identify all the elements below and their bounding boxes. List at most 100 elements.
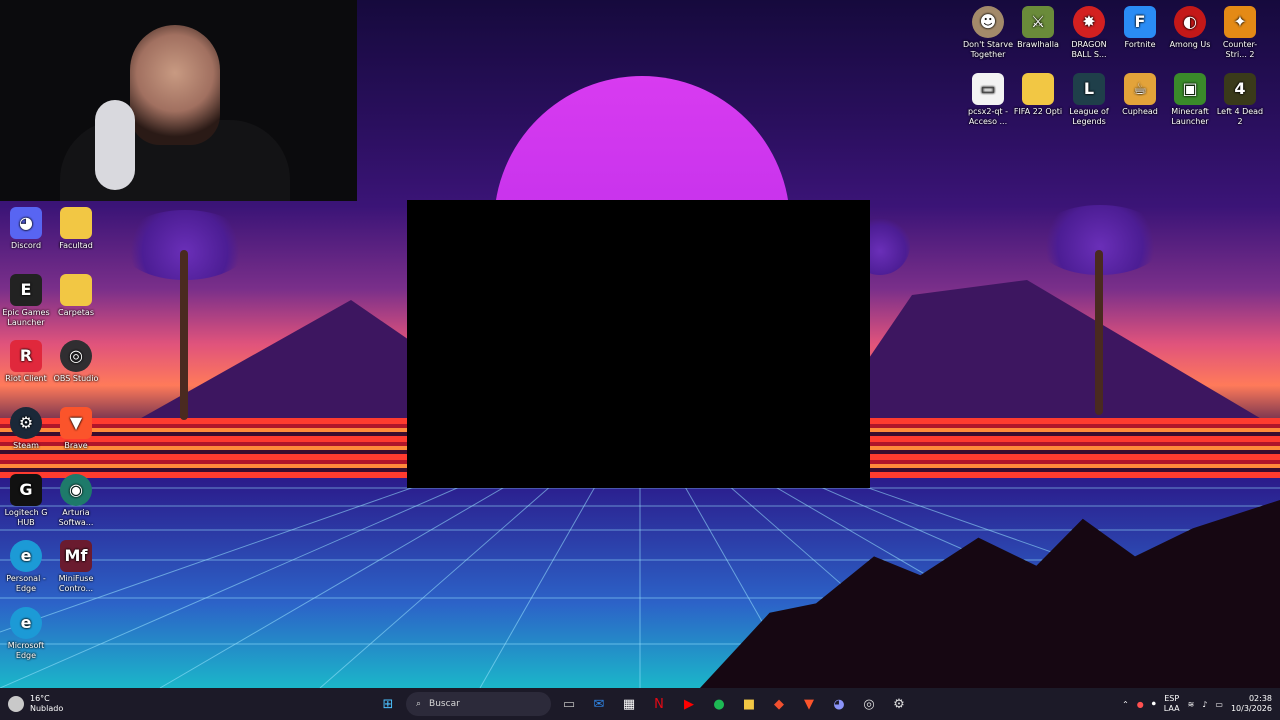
desktop-icon-label: Discord — [10, 241, 42, 250]
desktop-icon-pcsx2[interactable]: ▭ pcsx2-qt - Acceso ... — [962, 73, 1014, 127]
desktop-icon-epic-games[interactable]: E Epic Games Launcher — [0, 274, 52, 328]
folder-icon — [60, 207, 92, 239]
settings-icon: ⚙ — [893, 696, 905, 712]
minecraft-icon: ▣ — [1174, 73, 1206, 105]
taskbar-store-button[interactable]: ▦ — [617, 692, 641, 716]
search-icon: ⌕ — [416, 699, 422, 709]
logitech-icon: G — [10, 474, 42, 506]
taskbar-mail-button[interactable]: ✉ — [587, 692, 611, 716]
desktop-icon-fifa22[interactable]: FIFA 22 Opti — [1012, 73, 1064, 117]
file-icon: ▭ — [972, 73, 1004, 105]
desktop-icon-fortnite[interactable]: F Fortnite — [1114, 6, 1166, 50]
desktop-icon-label: DRAGON BALL S... — [1071, 40, 1107, 59]
spotify-icon: ● — [713, 696, 725, 712]
taskbar-folder-button[interactable]: ■ — [737, 692, 761, 716]
desktop-icon-personal-edge[interactable]: e Personal - Edge — [0, 540, 52, 594]
desktop-icon-label: MiniFuse Contro... — [58, 574, 94, 593]
desktop-icon-minecraft[interactable]: ▣ Minecraft Launcher — [1164, 73, 1216, 127]
weather-widget[interactable]: 16°C Nublado — [8, 692, 63, 716]
netflix-icon: N — [654, 696, 664, 712]
minifuse-icon: Mf — [60, 540, 92, 572]
store-icon: ▦ — [622, 696, 636, 712]
l4d2-icon: 4 — [1224, 73, 1256, 105]
desktop-icon-league[interactable]: L League of Legends — [1063, 73, 1115, 127]
weather-temp: 16°C — [30, 694, 50, 703]
search-box[interactable]: ⌕ Buscar — [406, 692, 551, 716]
desktop-icon-brave[interactable]: ▼ Brave — [50, 407, 102, 451]
desktop-icon-label: Brave — [64, 441, 88, 450]
weather-text: 16°C Nublado — [30, 694, 63, 714]
desktop-icon-label: League of Legends — [1069, 107, 1109, 126]
microphone-icon[interactable]: ⏺ — [1152, 699, 1156, 709]
language-indicator[interactable]: ESP LAA — [1164, 694, 1180, 714]
clock-time: 02:38 — [1248, 694, 1272, 703]
system-tray: ⌃ ● ⏺ ESP LAA ≋ ♪ ▭ 02:38 10/3/2026 — [1122, 692, 1272, 716]
desktop-icon-discord[interactable]: ◕ Discord — [0, 207, 52, 251]
desktop-icon-label: Among Us — [1169, 40, 1211, 49]
weather-condition: Nublado — [30, 704, 64, 713]
taskbar-spotify-button[interactable]: ● — [707, 692, 731, 716]
desktop-icon-brawlhalla[interactable]: ⚔ Brawlhalla — [1012, 6, 1064, 50]
desktop-icon-dragonball[interactable]: ✸ DRAGON BALL S... — [1063, 6, 1115, 60]
desktop-icon-dont-starve[interactable]: ☻ Don't Starve Together — [962, 6, 1014, 60]
search-placeholder: Buscar — [429, 699, 460, 709]
file-explorer-icon: ▭ — [562, 696, 576, 712]
wifi-icon[interactable]: ≋ — [1188, 700, 1195, 709]
taskbar: 16°C Nublado ⊞ ⌕ Buscar ▭ ✉ ▦ N ▶ ● ■ ◆ … — [0, 688, 1280, 720]
desktop-icon-microsoft-edge[interactable]: e Microsoft Edge — [0, 607, 52, 661]
taskbar-obs-button[interactable]: ◎ — [857, 692, 881, 716]
desktop-icon-label: Arturia Softwa... — [58, 508, 94, 527]
desktop-icon-cuphead[interactable]: ☕ Cuphead — [1114, 73, 1166, 117]
desktop-icon-label: Microsoft Edge — [7, 641, 45, 660]
taskbar-file-explorer-button[interactable]: ▭ — [557, 692, 581, 716]
among-us-icon: ◐ — [1174, 6, 1206, 38]
epic-games-icon: E — [10, 274, 42, 306]
desktop-icon-logitech[interactable]: G Logitech G HUB — [0, 474, 52, 528]
taskbar-git-button[interactable]: ◆ — [767, 692, 791, 716]
desktop-icon-carpetas[interactable]: Carpetas — [50, 274, 102, 318]
webcam-overlay — [0, 0, 357, 201]
microphone — [95, 100, 135, 190]
desktop-icon-riot-client[interactable]: R Riot Client — [0, 340, 52, 384]
desktop-icon-label: Cuphead — [1122, 107, 1158, 116]
desktop-icon-minifuse[interactable]: Mf MiniFuse Contro... — [50, 540, 102, 594]
taskbar-discord-button[interactable]: ◕ — [827, 692, 851, 716]
edge-icon: e — [10, 540, 42, 572]
start-button[interactable]: ⊞ — [376, 692, 400, 716]
taskbar-youtube-button[interactable]: ▶ — [677, 692, 701, 716]
desktop-icon-label: pcsx2-qt - Acceso ... — [968, 107, 1008, 126]
desktop-icon-cs2[interactable]: ✦ Counter-Stri... 2 — [1214, 6, 1266, 60]
brawlhalla-icon: ⚔ — [1022, 6, 1054, 38]
tray-app-icon[interactable]: ● — [1137, 700, 1144, 709]
youtube-icon: ▶ — [684, 696, 694, 712]
taskbar-settings-button[interactable]: ⚙ — [887, 692, 911, 716]
desktop-icon-label: Steam — [13, 441, 39, 450]
taskbar-netflix-button[interactable]: N — [647, 692, 671, 716]
clock[interactable]: 02:38 10/3/2026 — [1231, 694, 1272, 714]
desktop-icon-label: Fortnite — [1124, 40, 1156, 49]
chevron-up-icon[interactable]: ⌃ — [1122, 700, 1129, 709]
desktop-icon-l4d2[interactable]: 4 Left 4 Dead 2 — [1214, 73, 1266, 127]
brave-icon: ▼ — [804, 696, 814, 712]
obs-icon: ◎ — [863, 696, 875, 712]
edge-icon: e — [10, 607, 42, 639]
dont-starve-icon: ☻ — [972, 6, 1004, 38]
cs2-icon: ✦ — [1224, 6, 1256, 38]
volume-icon[interactable]: ♪ — [1202, 700, 1207, 709]
desktop-icon-arturia[interactable]: ◉ Arturia Softwa... — [50, 474, 102, 528]
language-top: ESP — [1164, 694, 1180, 703]
desktop-icon-among-us[interactable]: ◐ Among Us — [1164, 6, 1216, 50]
desktop-icon-label: Don't Starve Together — [962, 40, 1014, 59]
desktop-icon-steam[interactable]: ⚙ Steam — [0, 407, 52, 451]
desktop-icon-facultad[interactable]: Facultad — [50, 207, 102, 251]
battery-icon[interactable]: ▭ — [1215, 700, 1223, 709]
wallpaper-mountain-right — [820, 280, 1280, 430]
league-icon: L — [1073, 73, 1105, 105]
desktop-icon-label: Facultad — [59, 241, 93, 250]
desktop-icon-label: Personal - Edge — [6, 574, 46, 593]
desktop-icon-obs[interactable]: ◎ OBS Studio — [50, 340, 102, 384]
taskbar-brave-button[interactable]: ▼ — [797, 692, 821, 716]
git-icon: ◆ — [774, 696, 784, 712]
folder-icon — [1022, 73, 1054, 105]
desktop-icon-label: Carpetas — [58, 308, 94, 317]
